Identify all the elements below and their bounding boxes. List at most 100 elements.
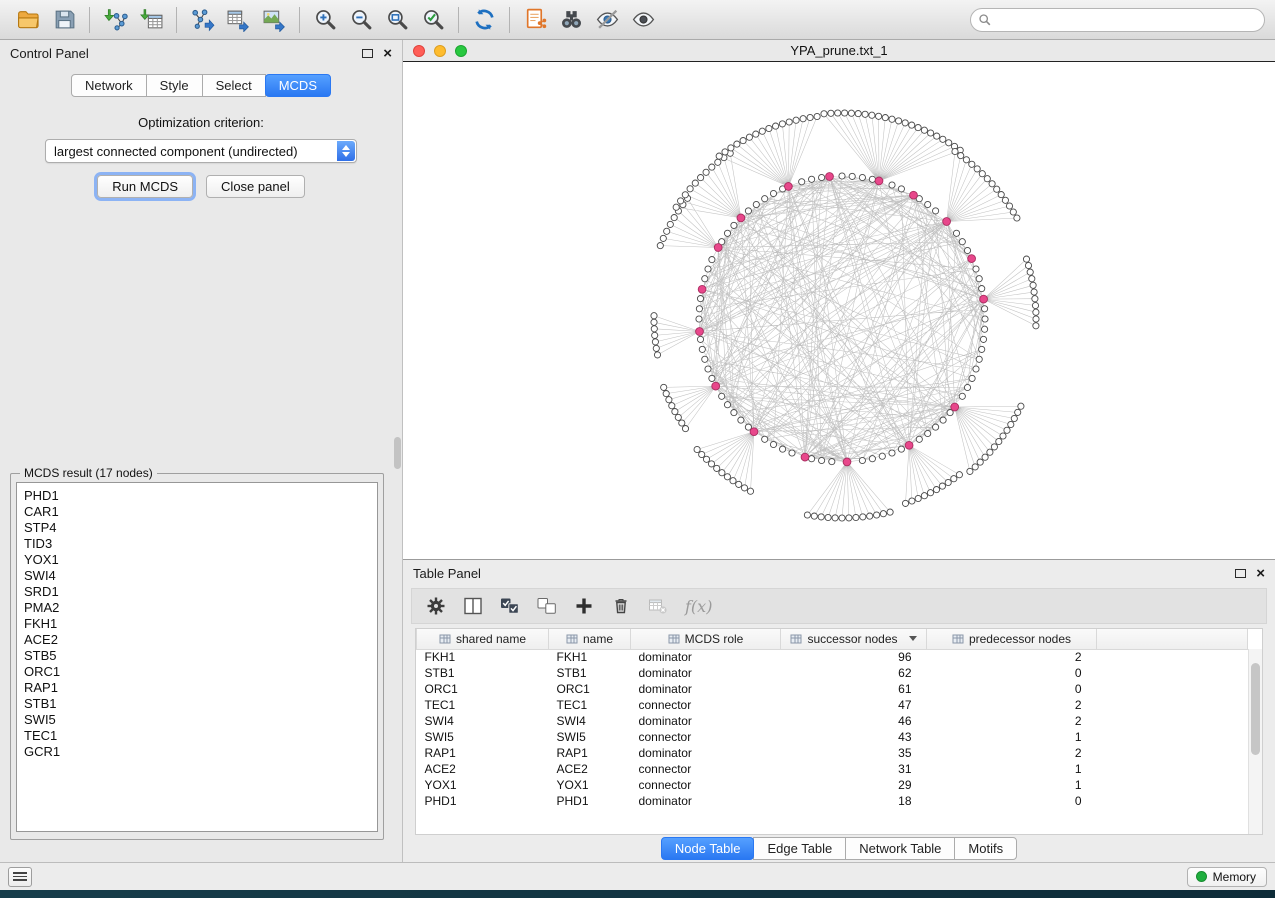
select-all-button[interactable] bbox=[500, 596, 520, 616]
tab-node-table[interactable]: Node Table bbox=[661, 837, 755, 860]
mcds-list-item[interactable]: FKH1 bbox=[24, 616, 377, 632]
share-document-button[interactable] bbox=[517, 4, 553, 36]
export-network-button[interactable] bbox=[184, 4, 220, 36]
zoom-selected-button[interactable] bbox=[415, 4, 451, 36]
cell-successors: 31 bbox=[781, 761, 927, 777]
table-settings-button[interactable] bbox=[426, 596, 446, 616]
tab-motifs[interactable]: Motifs bbox=[954, 837, 1017, 860]
show-graphics-details-button[interactable] bbox=[625, 4, 661, 36]
network-canvas[interactable] bbox=[403, 62, 1275, 559]
table-row[interactable]: ACE2ACE2connector311 bbox=[417, 761, 1248, 777]
scrollbar-thumb[interactable] bbox=[394, 437, 401, 469]
run-mcds-button[interactable]: Run MCDS bbox=[97, 175, 193, 198]
scrollbar-thumb[interactable] bbox=[1251, 663, 1260, 755]
table-row[interactable]: PHD1PHD1dominator180 bbox=[417, 793, 1248, 809]
export-image-button[interactable] bbox=[256, 4, 292, 36]
mcds-result-group: MCDS result (17 nodes) PHD1CAR1STP4TID3Y… bbox=[10, 466, 384, 840]
table-row[interactable]: FKH1FKH1dominator962 bbox=[417, 649, 1248, 665]
mcds-list-item[interactable]: YOX1 bbox=[24, 552, 377, 568]
toolbar-separator bbox=[176, 7, 177, 33]
table-row[interactable]: SWI5SWI5connector431 bbox=[417, 729, 1248, 745]
mcds-list-item[interactable]: SRD1 bbox=[24, 584, 377, 600]
columns-icon bbox=[463, 596, 483, 616]
mcds-list-item[interactable]: PMA2 bbox=[24, 600, 377, 616]
mcds-list-item[interactable]: ACE2 bbox=[24, 632, 377, 648]
tab-mcds[interactable]: MCDS bbox=[265, 74, 331, 97]
table-row[interactable]: SWI4SWI4dominator462 bbox=[417, 713, 1248, 729]
control-panel-title: Control Panel bbox=[10, 46, 89, 61]
tab-style[interactable]: Style bbox=[146, 74, 203, 97]
tab-edge-table[interactable]: Edge Table bbox=[753, 837, 846, 860]
function-builder-button[interactable]: f(x) bbox=[685, 597, 712, 616]
network-view[interactable] bbox=[403, 62, 1275, 559]
mcds-list-item[interactable]: SWI4 bbox=[24, 568, 377, 584]
zoom-out-button[interactable] bbox=[343, 4, 379, 36]
table-scrollbar[interactable] bbox=[1248, 649, 1262, 834]
column-header-name[interactable]: name bbox=[549, 629, 631, 649]
cell-filler bbox=[1097, 681, 1248, 697]
mcds-list-item[interactable]: GCR1 bbox=[24, 744, 377, 760]
import-network-button[interactable] bbox=[97, 4, 133, 36]
hide-graphics-details-button[interactable] bbox=[589, 4, 625, 36]
table-row[interactable]: STB1STB1dominator620 bbox=[417, 665, 1248, 681]
close-panel-icon[interactable]: × bbox=[383, 46, 392, 61]
mcds-list-item[interactable]: STB5 bbox=[24, 648, 377, 664]
network-window-titlebar[interactable]: YPA_prune.txt_1 bbox=[403, 40, 1275, 62]
zoom-in-button[interactable] bbox=[307, 4, 343, 36]
refresh-layout-button[interactable] bbox=[466, 4, 502, 36]
column-header-shared-name[interactable]: shared name bbox=[417, 629, 549, 649]
float-panel-icon[interactable] bbox=[1235, 569, 1246, 578]
table-row[interactable]: RAP1RAP1dominator352 bbox=[417, 745, 1248, 761]
export-table-button[interactable] bbox=[220, 4, 256, 36]
cell-filler bbox=[1097, 777, 1248, 793]
deselect-all-button[interactable] bbox=[537, 596, 557, 616]
close-panel-button[interactable]: Close panel bbox=[206, 175, 305, 198]
show-columns-button[interactable] bbox=[463, 596, 483, 616]
table-row[interactable]: ORC1ORC1dominator610 bbox=[417, 681, 1248, 697]
table-row[interactable]: TEC1TEC1connector472 bbox=[417, 697, 1248, 713]
add-column-button[interactable] bbox=[574, 596, 594, 616]
show-panels-button[interactable] bbox=[8, 867, 32, 887]
column-header-successor-nodes[interactable]: successor nodes bbox=[781, 629, 927, 649]
tab-network-table[interactable]: Network Table bbox=[845, 837, 955, 860]
import-table-button[interactable] bbox=[133, 4, 169, 36]
float-panel-icon[interactable] bbox=[362, 49, 373, 58]
network-window-title: YPA_prune.txt_1 bbox=[403, 43, 1275, 58]
mcds-list-item[interactable]: CAR1 bbox=[24, 504, 377, 520]
column-header-mcds-role[interactable]: MCDS role bbox=[631, 629, 781, 649]
tab-select[interactable]: Select bbox=[202, 74, 266, 97]
save-session-button[interactable] bbox=[46, 4, 82, 36]
search-box bbox=[970, 8, 1265, 32]
deselect-all-icon bbox=[537, 596, 557, 616]
find-button[interactable] bbox=[553, 4, 589, 36]
zoom-fit-button[interactable] bbox=[379, 4, 415, 36]
cell-shared_name: SWI4 bbox=[417, 713, 549, 729]
cell-name: STB1 bbox=[549, 665, 631, 681]
toolbar-separator bbox=[458, 7, 459, 33]
column-sort-icon bbox=[790, 633, 802, 645]
criterion-dropdown[interactable]: largest connected component (undirected) bbox=[45, 139, 357, 163]
mcds-list-item[interactable]: TID3 bbox=[24, 536, 377, 552]
delete-column-button[interactable] bbox=[611, 596, 631, 616]
delete-table-button[interactable] bbox=[648, 596, 668, 616]
memory-button[interactable]: Memory bbox=[1187, 867, 1267, 887]
tab-network[interactable]: Network bbox=[71, 74, 147, 97]
mcds-list-item[interactable]: ORC1 bbox=[24, 664, 377, 680]
mcds-list-item[interactable]: PHD1 bbox=[24, 488, 377, 504]
table-tabs: Node Table Edge Table Network Table Moti… bbox=[403, 835, 1275, 862]
table-row[interactable]: YOX1YOX1connector291 bbox=[417, 777, 1248, 793]
close-panel-icon[interactable]: × bbox=[1256, 566, 1265, 581]
window-minimize-icon[interactable] bbox=[434, 45, 446, 57]
main-toolbar bbox=[0, 0, 1275, 40]
mcds-list-item[interactable]: SWI5 bbox=[24, 712, 377, 728]
mcds-list-item[interactable]: STB1 bbox=[24, 696, 377, 712]
search-input[interactable] bbox=[970, 8, 1265, 32]
window-zoom-icon[interactable] bbox=[455, 45, 467, 57]
mcds-list-item[interactable]: STP4 bbox=[24, 520, 377, 536]
column-header-predecessor-nodes[interactable]: predecessor nodes bbox=[927, 629, 1097, 649]
window-close-icon[interactable] bbox=[413, 45, 425, 57]
mcds-list-item[interactable]: RAP1 bbox=[24, 680, 377, 696]
mcds-result-list[interactable]: PHD1CAR1STP4TID3YOX1SWI4SRD1PMA2FKH1ACE2… bbox=[16, 482, 378, 832]
open-file-button[interactable] bbox=[10, 4, 46, 36]
mcds-list-item[interactable]: TEC1 bbox=[24, 728, 377, 744]
